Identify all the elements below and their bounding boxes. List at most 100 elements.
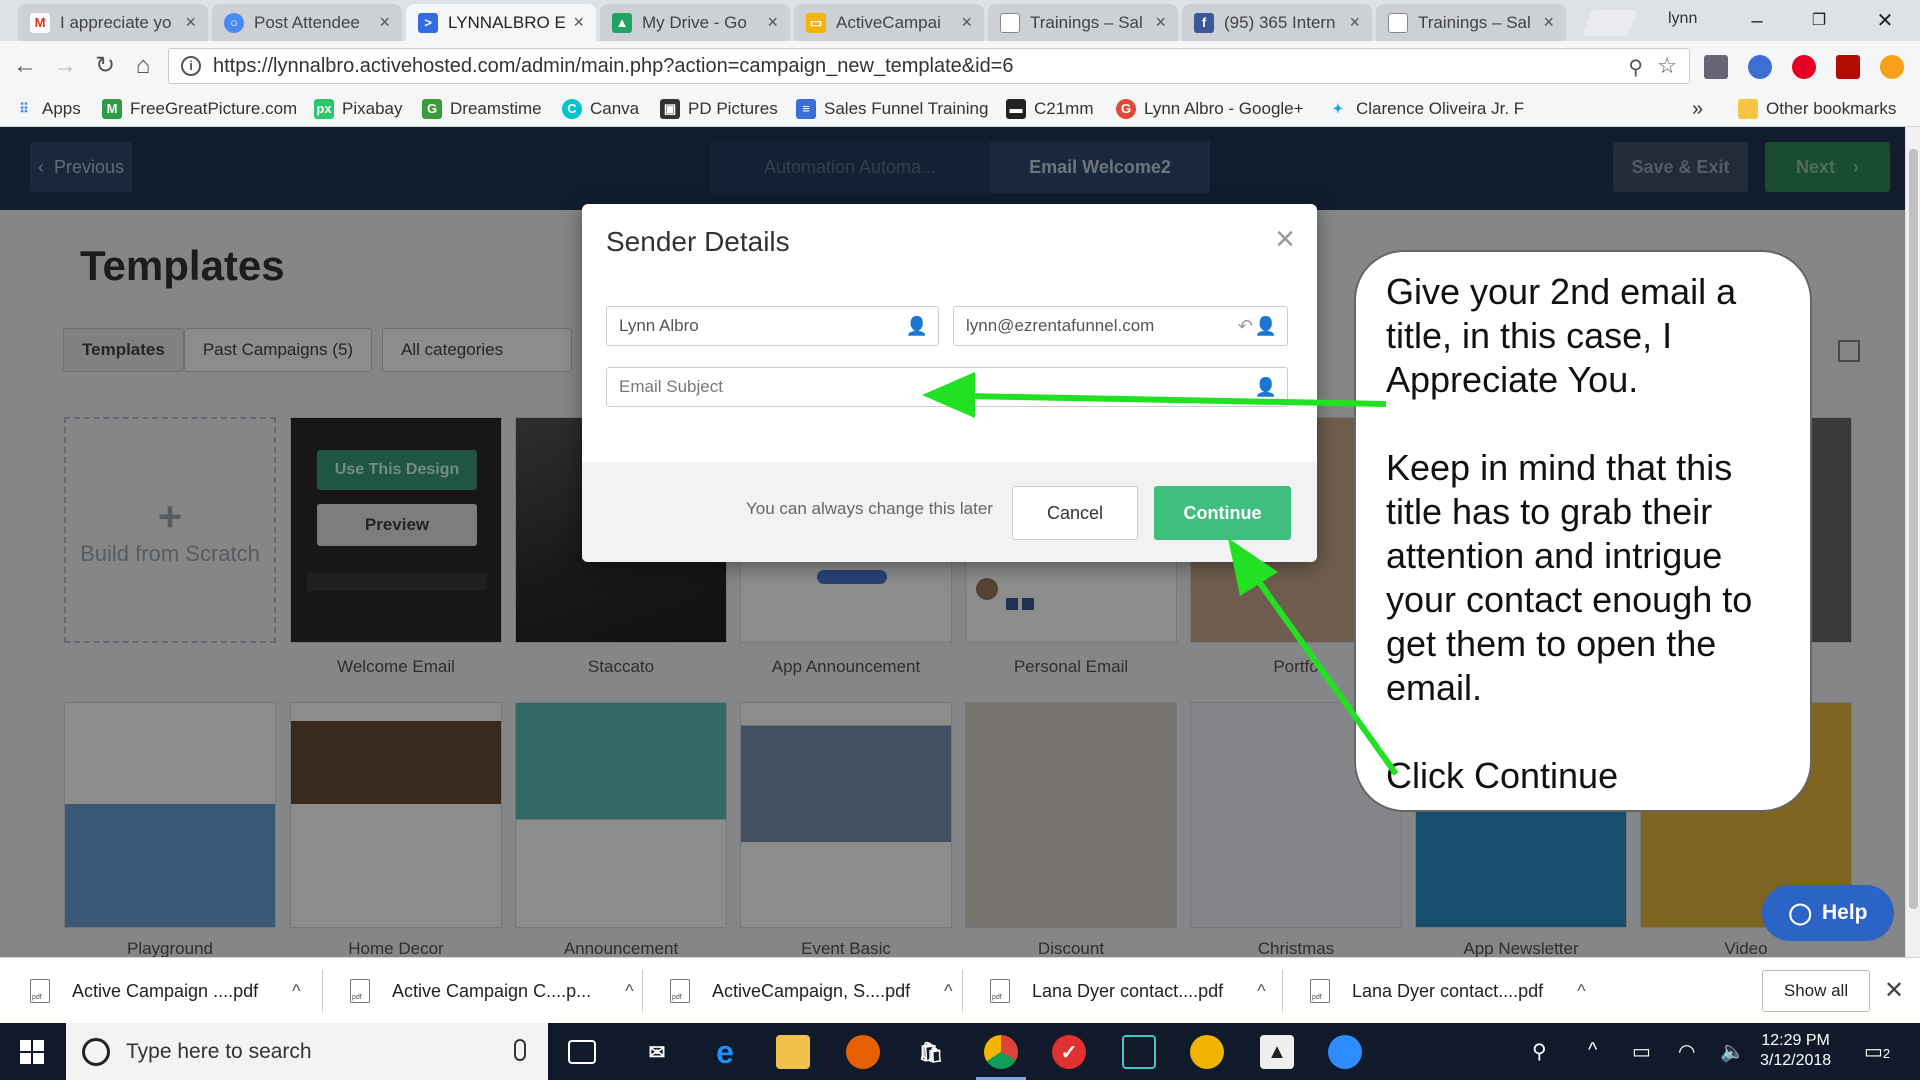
store-icon[interactable]: 🛍 bbox=[914, 1035, 948, 1069]
bookmark-label: FreeGreatPicture.com bbox=[130, 99, 298, 118]
close-icon[interactable]: × bbox=[1275, 220, 1295, 259]
address-bar[interactable]: i https://lynnalbro.activehosted.com/adm… bbox=[168, 48, 1690, 84]
taskbar-search-box[interactable]: Type here to search bbox=[66, 1023, 548, 1080]
close-window-icon[interactable]: ✕ bbox=[1862, 6, 1908, 36]
back-icon[interactable]: ← bbox=[8, 49, 42, 83]
download-item[interactable]: Active Campaign C....p... ^ bbox=[350, 968, 634, 1014]
bookmark-item[interactable]: ▬ C21mm bbox=[1006, 97, 1094, 121]
bookmark-apps[interactable]: ⠿ Apps bbox=[14, 97, 81, 121]
firefox-icon[interactable] bbox=[846, 1035, 880, 1069]
continue-button[interactable]: Continue bbox=[1154, 486, 1291, 540]
bookmark-favicon-icon: px bbox=[314, 99, 334, 119]
pinterest-icon[interactable] bbox=[1792, 55, 1816, 79]
email-subject-field[interactable]: Email Subject 👤 bbox=[606, 367, 1288, 407]
file-explorer-icon[interactable] bbox=[776, 1035, 810, 1069]
scrollbar-thumb[interactable] bbox=[1909, 149, 1918, 909]
chevron-up-icon[interactable]: ^ bbox=[292, 981, 300, 1002]
close-tab-icon[interactable]: × bbox=[1543, 12, 1554, 33]
people-icon[interactable]: ⚲ bbox=[1532, 1039, 1547, 1064]
browser-tab[interactable]: ▭ ActiveCampai × bbox=[794, 4, 984, 41]
app-icon[interactable] bbox=[1190, 1035, 1224, 1069]
bookmark-item[interactable]: G Lynn Albro - Google+ bbox=[1116, 97, 1304, 121]
browser-tab[interactable]: f (95) 365 Intern × bbox=[1182, 4, 1372, 41]
volume-icon[interactable]: 🔈 bbox=[1720, 1039, 1745, 1064]
browser-tab[interactable]: ▲ My Drive - Go × bbox=[600, 4, 790, 41]
browser-tab[interactable]: Trainings – Sal × bbox=[1376, 4, 1566, 41]
close-tab-icon[interactable]: × bbox=[573, 12, 584, 33]
new-tab-button[interactable] bbox=[1582, 10, 1638, 36]
reply-icon: ↶ bbox=[1237, 316, 1253, 336]
bookmark-item[interactable]: px Pixabay bbox=[314, 97, 402, 121]
extension-icon[interactable] bbox=[1748, 55, 1772, 79]
close-tab-icon[interactable]: × bbox=[379, 12, 390, 33]
divider bbox=[322, 970, 323, 1012]
chevron-up-icon[interactable]: ^ bbox=[1257, 981, 1265, 1002]
extension-icon[interactable] bbox=[1704, 55, 1728, 79]
notifications-icon[interactable]: ▭2 bbox=[1864, 1039, 1890, 1064]
bookmark-item[interactable]: ≡ Sales Funnel Training bbox=[796, 97, 988, 121]
from-name-field[interactable]: Lynn Albro 👤 bbox=[606, 306, 939, 346]
close-tab-icon[interactable]: × bbox=[1349, 12, 1360, 33]
more-bookmarks-icon[interactable]: » bbox=[1692, 97, 1703, 121]
chevron-up-icon[interactable]: ^ bbox=[1577, 981, 1585, 1002]
page-scrollbar[interactable] bbox=[1905, 127, 1920, 957]
mail-icon[interactable]: ✉ bbox=[640, 1035, 674, 1069]
close-tab-icon[interactable]: × bbox=[1155, 12, 1166, 33]
divider bbox=[642, 970, 643, 1012]
download-item[interactable]: Lana Dyer contact....pdf ^ bbox=[990, 968, 1266, 1014]
person-icon: 👤 bbox=[1254, 377, 1277, 397]
zoom-icon[interactable]: ⚲ bbox=[1628, 55, 1643, 80]
other-bookmarks[interactable]: Other bookmarks bbox=[1738, 97, 1896, 121]
forward-icon[interactable]: → bbox=[48, 49, 82, 83]
pdf-file-icon bbox=[670, 979, 690, 1003]
browser-tab[interactable]: Trainings – Sal × bbox=[988, 4, 1178, 41]
chrome-icon[interactable] bbox=[976, 1035, 1026, 1080]
chevron-up-icon[interactable]: ^ bbox=[944, 981, 952, 1002]
edge-icon[interactable]: e bbox=[708, 1034, 742, 1070]
download-item[interactable]: ActiveCampaign, S....pdf ^ bbox=[670, 968, 953, 1014]
close-tab-icon[interactable]: × bbox=[185, 12, 196, 33]
microphone-icon[interactable] bbox=[514, 1039, 526, 1061]
close-tab-icon[interactable]: × bbox=[961, 12, 972, 33]
task-view-icon[interactable] bbox=[568, 1040, 596, 1064]
bookmark-item[interactable]: ▣ PD Pictures bbox=[660, 97, 778, 121]
tab-label: I appreciate yo bbox=[60, 12, 172, 32]
divider bbox=[962, 970, 963, 1012]
download-item[interactable]: Lana Dyer contact....pdf ^ bbox=[1310, 968, 1586, 1014]
chevron-up-icon[interactable]: ^ bbox=[625, 981, 633, 1002]
zoom-app-icon[interactable] bbox=[1328, 1035, 1362, 1069]
download-item[interactable]: Active Campaign ....pdf ^ bbox=[30, 968, 301, 1014]
todo-check-icon[interactable]: ✓ bbox=[1052, 1035, 1086, 1069]
bookmark-star-icon[interactable]: ☆ bbox=[1657, 53, 1677, 79]
bookmark-item[interactable]: C Canva bbox=[562, 97, 639, 121]
system-clock[interactable]: 12:29 PM 3/12/2018 bbox=[1760, 1031, 1831, 1071]
photos-icon[interactable]: ▲ bbox=[1260, 1035, 1294, 1069]
url-text: https://lynnalbro.activehosted.com/admin… bbox=[213, 54, 1014, 77]
windows-start-icon[interactable] bbox=[20, 1040, 44, 1064]
show-all-downloads-button[interactable]: Show all bbox=[1762, 970, 1870, 1012]
battery-icon[interactable]: ▭ bbox=[1632, 1039, 1651, 1064]
bookmark-item[interactable]: M FreeGreatPicture.com bbox=[102, 97, 297, 121]
extension-icon[interactable] bbox=[1880, 55, 1904, 79]
profile-name[interactable]: lynn bbox=[1668, 10, 1697, 28]
close-icon[interactable]: ✕ bbox=[1884, 976, 1904, 1005]
close-tab-icon[interactable]: × bbox=[767, 12, 778, 33]
help-button[interactable]: ◯ Help bbox=[1762, 885, 1894, 941]
bookmark-item[interactable]: G Dreamstime bbox=[422, 97, 542, 121]
app-icon[interactable] bbox=[1122, 1035, 1156, 1069]
minimize-icon[interactable]: – bbox=[1734, 6, 1780, 36]
cancel-button[interactable]: Cancel bbox=[1012, 486, 1138, 540]
acrobat-icon[interactable] bbox=[1836, 55, 1860, 79]
browser-tab-active[interactable]: > LYNNALBRO E × bbox=[406, 4, 596, 41]
chevron-up-icon[interactable]: ^ bbox=[1588, 1039, 1597, 1062]
reload-icon[interactable]: ↻ bbox=[88, 49, 122, 83]
wifi-icon[interactable]: ◠ bbox=[1678, 1039, 1695, 1064]
browser-tab[interactable]: ○ Post Attendee × bbox=[212, 4, 402, 41]
home-icon[interactable]: ⌂ bbox=[126, 49, 160, 83]
bookmark-item[interactable]: ✦ Clarence Oliveira Jr. F bbox=[1328, 97, 1525, 121]
restore-icon[interactable]: ❐ bbox=[1796, 6, 1842, 36]
from-name-value: Lynn Albro bbox=[619, 316, 699, 335]
site-info-icon[interactable]: i bbox=[181, 56, 201, 76]
browser-tab[interactable]: M I appreciate yo × bbox=[18, 4, 208, 41]
from-email-field[interactable]: lynn@ezrentafunnel.com ↶ 👤 bbox=[953, 306, 1288, 346]
